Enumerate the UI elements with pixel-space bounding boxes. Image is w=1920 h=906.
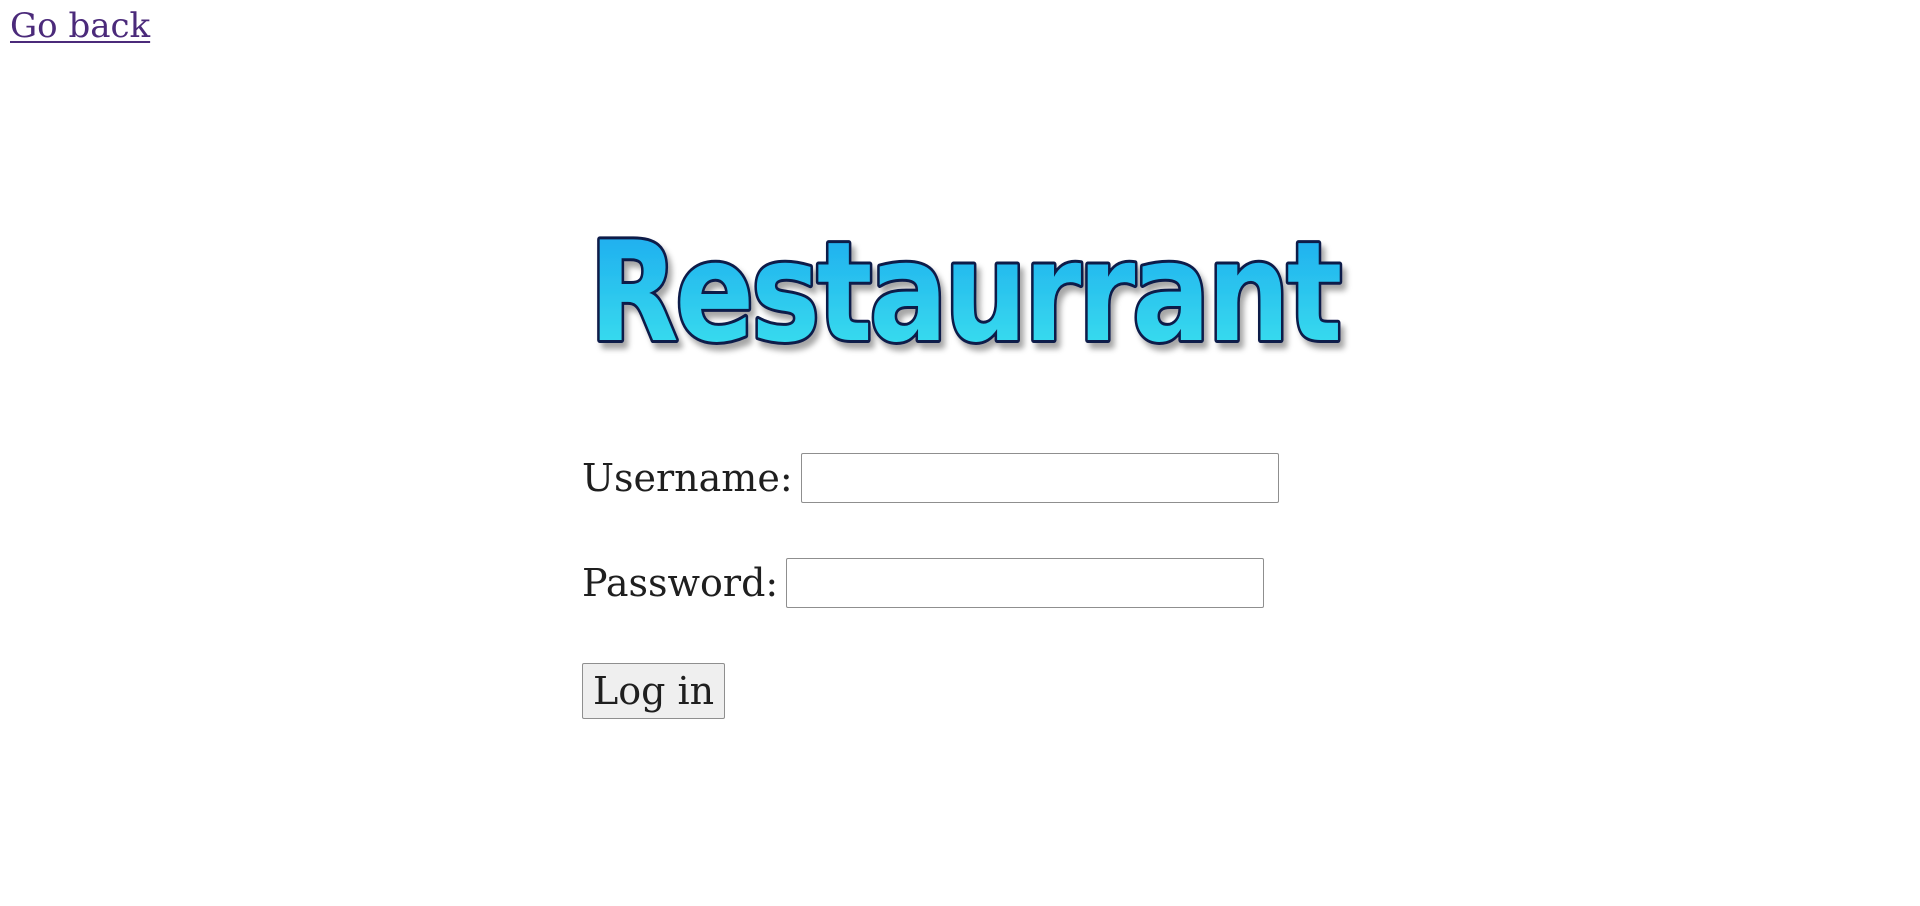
password-row: Password:: [582, 558, 1265, 608]
restaurrant-logo: Restaurrant: [584, 209, 1347, 376]
username-row: Username:: [582, 453, 1279, 503]
logo-text: Restaurrant: [589, 212, 1340, 373]
password-input[interactable]: [786, 558, 1265, 608]
log-in-button[interactable]: Log in: [582, 663, 726, 719]
logo-graphic: Restaurrant: [586, 209, 1347, 376]
username-input[interactable]: [800, 453, 1279, 503]
username-label: Username:: [582, 456, 793, 500]
password-label: Password:: [582, 561, 779, 605]
go-back-link[interactable]: Go back: [10, 6, 150, 46]
